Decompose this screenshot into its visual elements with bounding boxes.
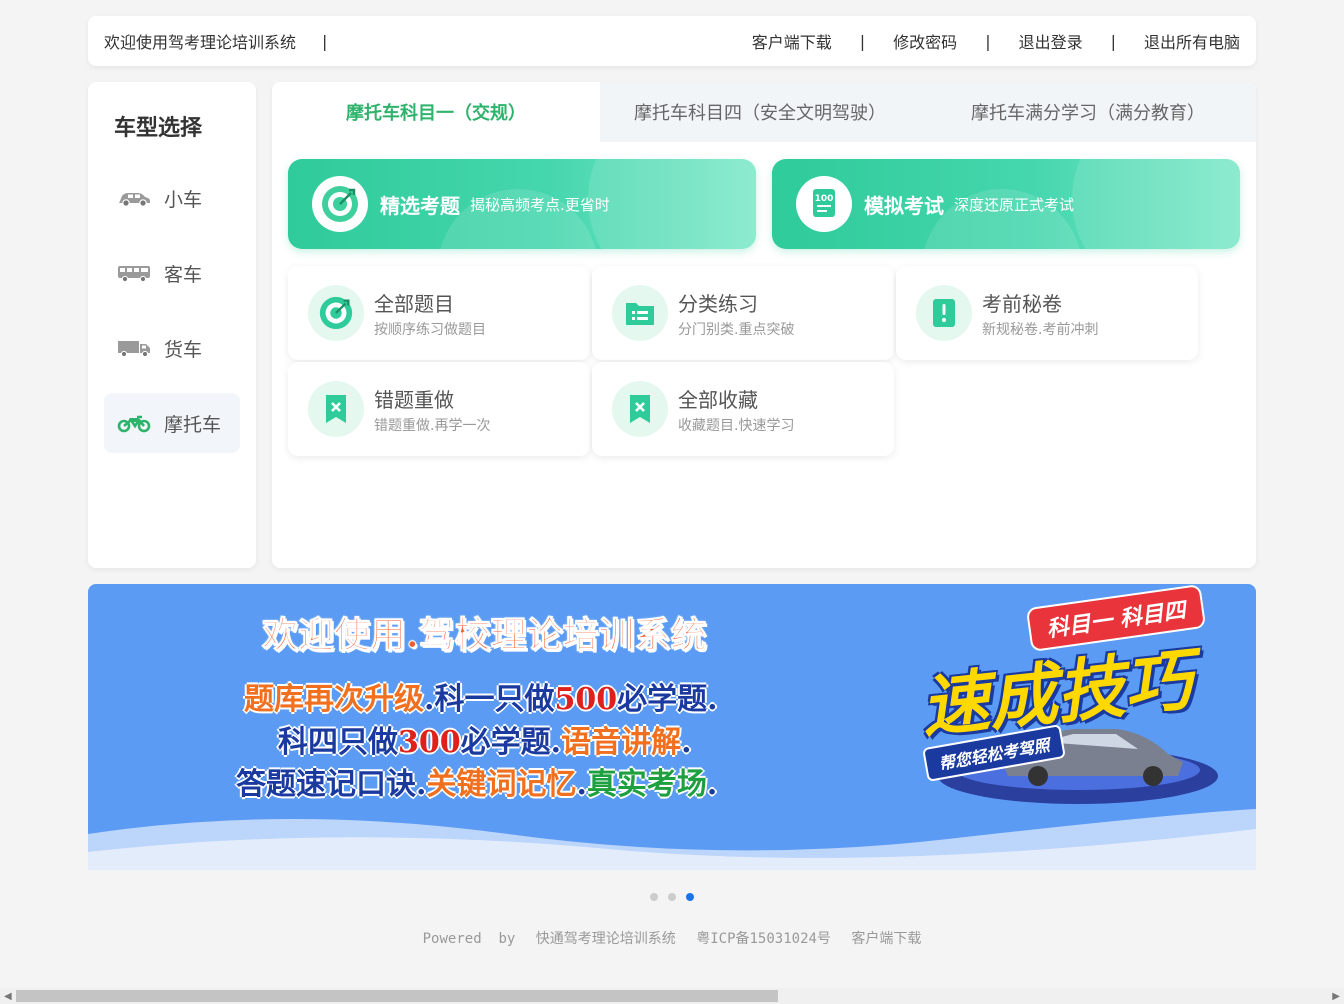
sidebar-title: 车型选择 <box>114 115 203 141</box>
folder-list-icon <box>612 285 668 341</box>
mock-exam-button[interactable]: 100 模拟考试 深度还原正式考试 <box>772 159 1240 249</box>
card-text: 错题重做 错题重做.再学一次 <box>374 384 490 435</box>
all-questions-card[interactable]: 全部题目 按顺序练习做题目 <box>288 266 590 360</box>
banner-line-1: 题库再次升级.科一只做500必学题. <box>244 682 718 717</box>
card-subtitle: 新规秘卷.考前冲刺 <box>982 321 1099 338</box>
subject-tabs: 摩托车科目一（交规） 摩托车科目四（安全文明驾驶） 摩托车满分学习（满分教育） <box>272 82 1256 142</box>
top-bar-left: 欢迎使用驾考理论培训系统 | <box>104 29 343 53</box>
carousel-dot[interactable] <box>668 893 676 901</box>
top-bar: 欢迎使用驾考理论培训系统 | 客户端下载 | 修改密码 | 退出登录 | 退出所… <box>88 16 1256 66</box>
card-text: 考前秘卷 新规秘卷.考前冲刺 <box>982 288 1098 339</box>
vehicle-sidebar: 车型选择 小车 客车 货车 摩托车 <box>88 82 256 568</box>
footer-icp-link[interactable]: 粤ICP备15031024号 <box>696 931 831 947</box>
hero-subtitle: 深度还原正式考试 <box>954 195 1075 214</box>
category-practice-card[interactable]: 分类练习 分门别类.重点突破 <box>592 266 894 360</box>
svg-text:100: 100 <box>815 194 834 204</box>
pre-exam-secret-card[interactable]: 考前秘卷 新规秘卷.考前冲刺 <box>896 266 1198 360</box>
scroll-left-icon[interactable]: ◀ <box>4 991 12 1002</box>
card-title: 全部收藏 <box>678 387 758 412</box>
tab-full-score-study[interactable]: 摩托车满分学习（满分教育） <box>920 82 1256 142</box>
client-download-link[interactable]: 客户端下载 <box>752 29 832 53</box>
card-text: 分类练习 分门别类.重点突破 <box>678 288 794 339</box>
card-text: 全部收藏 收藏题目.快速学习 <box>678 384 794 435</box>
wrong-questions-redo-card[interactable]: 错题重做 错题重做.再学一次 <box>288 362 590 456</box>
card-subtitle: 错题重做.再学一次 <box>374 417 491 434</box>
hero-subtitle: 揭秘高频考点.更省时 <box>470 195 610 214</box>
card-subtitle: 分门别类.重点突破 <box>678 321 795 338</box>
tab-subject-four[interactable]: 摩托车科目四（安全文明驾驶） <box>600 82 920 142</box>
bookmark-x-icon <box>612 381 668 437</box>
footer-system-link[interactable]: 快通驾考理论培训系统 <box>536 931 676 947</box>
target-icon <box>308 285 364 341</box>
footer: Powered by 快通驾考理论培训系统 粤ICP备15031024号 客户端… <box>0 928 1344 948</box>
banner-title: 欢迎使用.驾校理论培训系统 <box>262 614 708 657</box>
vehicle-item-car[interactable]: 小车 <box>104 168 240 228</box>
hero-title: 模拟考试 <box>864 193 944 218</box>
scroll-right-icon[interactable]: ▶ <box>1332 991 1340 1002</box>
bus-icon <box>116 261 152 285</box>
footer-download-link[interactable]: 客户端下载 <box>851 931 921 947</box>
card-subtitle: 收藏题目.快速学习 <box>678 417 795 434</box>
carousel-dot[interactable] <box>650 893 658 901</box>
vehicle-item-label: 货车 <box>164 338 203 361</box>
card-subtitle: 按顺序练习做题目 <box>374 321 486 338</box>
target-icon <box>312 176 368 232</box>
carousel-dots <box>650 893 694 901</box>
footer-powered: Powered by <box>422 931 516 947</box>
scrollbar-thumb[interactable] <box>16 990 778 1002</box>
main-panel: 摩托车科目一（交规） 摩托车科目四（安全文明驾驶） 摩托车满分学习（满分教育） … <box>272 82 1256 568</box>
welcome-text: 欢迎使用驾考理论培训系统 <box>104 33 297 52</box>
exam-100-icon: 100 <box>796 176 852 232</box>
carousel-dot-active[interactable] <box>686 893 694 901</box>
card-title: 分类练习 <box>678 291 758 316</box>
selected-questions-button[interactable]: 精选考题 揭秘高频考点.更省时 <box>288 159 756 249</box>
truck-icon <box>116 336 152 360</box>
bookmark-x-icon <box>308 381 364 437</box>
divider: | <box>1110 31 1116 51</box>
vehicle-item-motorcycle[interactable]: 摩托车 <box>104 393 240 453</box>
motorcycle-icon <box>116 411 152 435</box>
divider: | <box>859 31 866 51</box>
card-title: 考前秘卷 <box>982 291 1062 316</box>
decor-bubble <box>588 159 756 249</box>
vehicle-item-bus[interactable]: 客车 <box>104 243 240 303</box>
vehicle-item-label: 小车 <box>164 188 203 211</box>
vehicle-item-truck[interactable]: 货车 <box>104 318 240 378</box>
change-password-link[interactable]: 修改密码 <box>893 29 957 53</box>
banner-line-2: 科四只做300必学题.语音讲解. <box>278 725 692 760</box>
alert-doc-icon <box>916 285 972 341</box>
decor-bubble <box>1072 159 1240 249</box>
logout-all-devices-link[interactable]: 退出所有电脑 <box>1144 29 1240 53</box>
logout-link[interactable]: 退出登录 <box>1019 29 1083 53</box>
top-bar-links: 客户端下载 | 修改密码 | 退出登录 | 退出所有电脑 <box>752 29 1240 53</box>
vehicle-item-label: 客车 <box>164 263 203 286</box>
promo-banner[interactable]: 欢迎使用.驾校理论培训系统 题库再次升级.科一只做500必学题. 科四只做300… <box>88 584 1256 870</box>
card-title: 错题重做 <box>374 387 454 412</box>
car-icon <box>116 186 152 210</box>
card-text: 全部题目 按顺序练习做题目 <box>374 288 486 339</box>
horizontal-scrollbar[interactable]: ◀ ▶ <box>0 988 1344 1004</box>
card-title: 全部题目 <box>374 291 454 316</box>
tab-subject-one[interactable]: 摩托车科目一（交规） <box>272 82 600 142</box>
all-favorites-card[interactable]: 全部收藏 收藏题目.快速学习 <box>592 362 894 456</box>
banner-line-3: 答题速记口诀.关键词记忆.真实考场. <box>236 767 718 802</box>
divider: | <box>985 31 991 51</box>
vehicle-item-label: 摩托车 <box>164 413 222 436</box>
divider: | <box>322 31 328 51</box>
hero-title: 精选考题 <box>380 193 460 218</box>
